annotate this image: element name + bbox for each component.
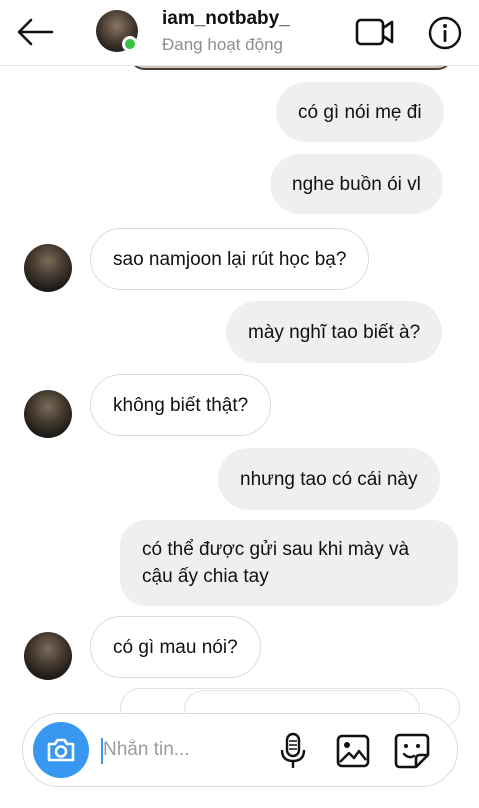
video-camera-icon xyxy=(355,18,394,46)
back-button[interactable] xyxy=(14,12,56,52)
microphone-icon xyxy=(280,732,306,768)
gallery-button[interactable] xyxy=(333,732,373,770)
message-bubble-in[interactable]: không biết thật? xyxy=(90,374,272,436)
message-bubble-out[interactable]: có gì nói mẹ đi xyxy=(276,82,444,142)
sticker-button[interactable] xyxy=(391,730,433,772)
info-icon xyxy=(428,16,462,50)
online-indicator xyxy=(122,36,138,52)
sticker-icon xyxy=(394,733,430,769)
message-composer xyxy=(22,713,458,787)
message-bubble-out[interactable]: có thể được gửi sau khi mày và cậu ấy ch… xyxy=(120,520,458,606)
voice-message-button[interactable] xyxy=(275,732,311,770)
message-input[interactable] xyxy=(103,732,273,768)
arrow-left-icon xyxy=(17,18,54,46)
activity-status: Đang hoạt động xyxy=(162,35,283,54)
message-bubble-out[interactable]: mày nghĩ tao biết à? xyxy=(226,301,443,363)
username[interactable]: iam_notbaby_ xyxy=(162,8,290,30)
camera-icon xyxy=(47,738,75,762)
message-list[interactable]: có gì nói mẹ đi nghe buồn ói vl sao namj… xyxy=(0,66,479,698)
sender-avatar[interactable] xyxy=(24,390,72,438)
chat-header: iam_notbaby_ Đang hoạt động xyxy=(0,0,479,66)
video-call-button[interactable] xyxy=(354,14,396,50)
sender-avatar[interactable] xyxy=(24,632,72,680)
message-bubble-out[interactable]: nghe buồn ói vl xyxy=(270,154,443,214)
message-bubble-out[interactable]: nhưng tao có cái này xyxy=(218,448,440,510)
image-gallery-icon xyxy=(336,734,370,768)
info-button[interactable] xyxy=(426,14,464,52)
message-bubble-in[interactable]: có gì mau nói? xyxy=(90,616,261,678)
camera-button[interactable] xyxy=(33,722,89,778)
sender-avatar[interactable] xyxy=(24,244,72,292)
message-bubble-in[interactable]: sao namjoon lại rút học bạ? xyxy=(90,228,370,290)
